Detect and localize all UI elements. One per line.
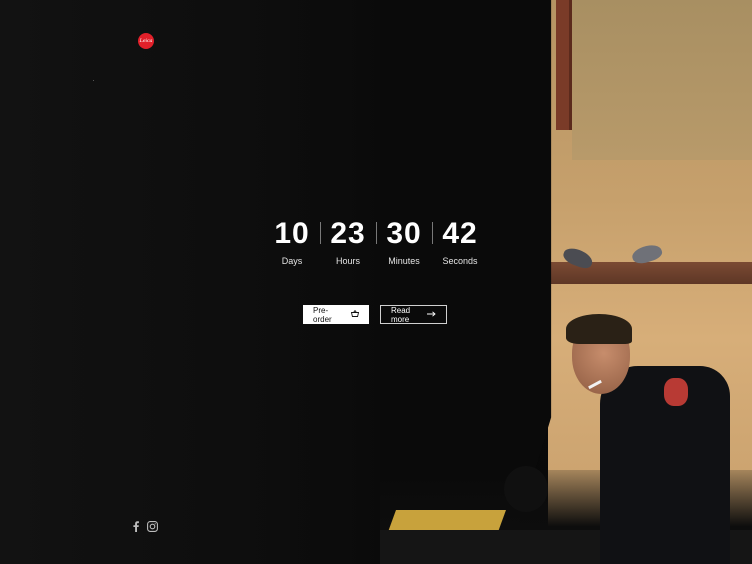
- countdown-minutes-label: Minutes: [388, 256, 420, 266]
- facebook-icon[interactable]: [133, 521, 139, 532]
- basket-icon: [350, 309, 360, 319]
- countdown-seconds: 42 Seconds: [432, 216, 488, 266]
- hero-actions: Pre-order Read more: [303, 305, 447, 324]
- countdown-hours-label: Hours: [335, 256, 360, 266]
- arrow-right-icon: [427, 310, 436, 319]
- countdown-minutes-value: 30: [386, 217, 422, 250]
- preorder-button[interactable]: Pre-order: [303, 305, 369, 324]
- countdown-seconds-label: Seconds: [442, 256, 478, 266]
- decorative-dot: [93, 80, 94, 81]
- countdown-hours-value: 23: [330, 217, 366, 250]
- countdown-timer: 10 Days 23 Hours 30 Minutes 42 Seconds: [264, 216, 488, 266]
- instagram-icon[interactable]: [147, 521, 158, 532]
- brand-logo-text: Leica: [139, 37, 153, 44]
- countdown-days: 10 Days: [264, 216, 320, 266]
- countdown-days-label: Days: [281, 256, 303, 266]
- brand-logo[interactable]: Leica: [138, 33, 154, 49]
- hero-background-photo: [0, 0, 752, 564]
- read-more-button-label: Read more: [391, 305, 411, 324]
- read-more-button[interactable]: Read more: [380, 305, 447, 324]
- countdown-seconds-value: 42: [442, 217, 478, 250]
- preorder-button-label: Pre-order: [313, 305, 332, 324]
- countdown-hours: 23 Hours: [320, 216, 376, 266]
- countdown-days-value: 10: [274, 217, 310, 250]
- countdown-minutes: 30 Minutes: [376, 216, 432, 266]
- social-links: [133, 521, 158, 532]
